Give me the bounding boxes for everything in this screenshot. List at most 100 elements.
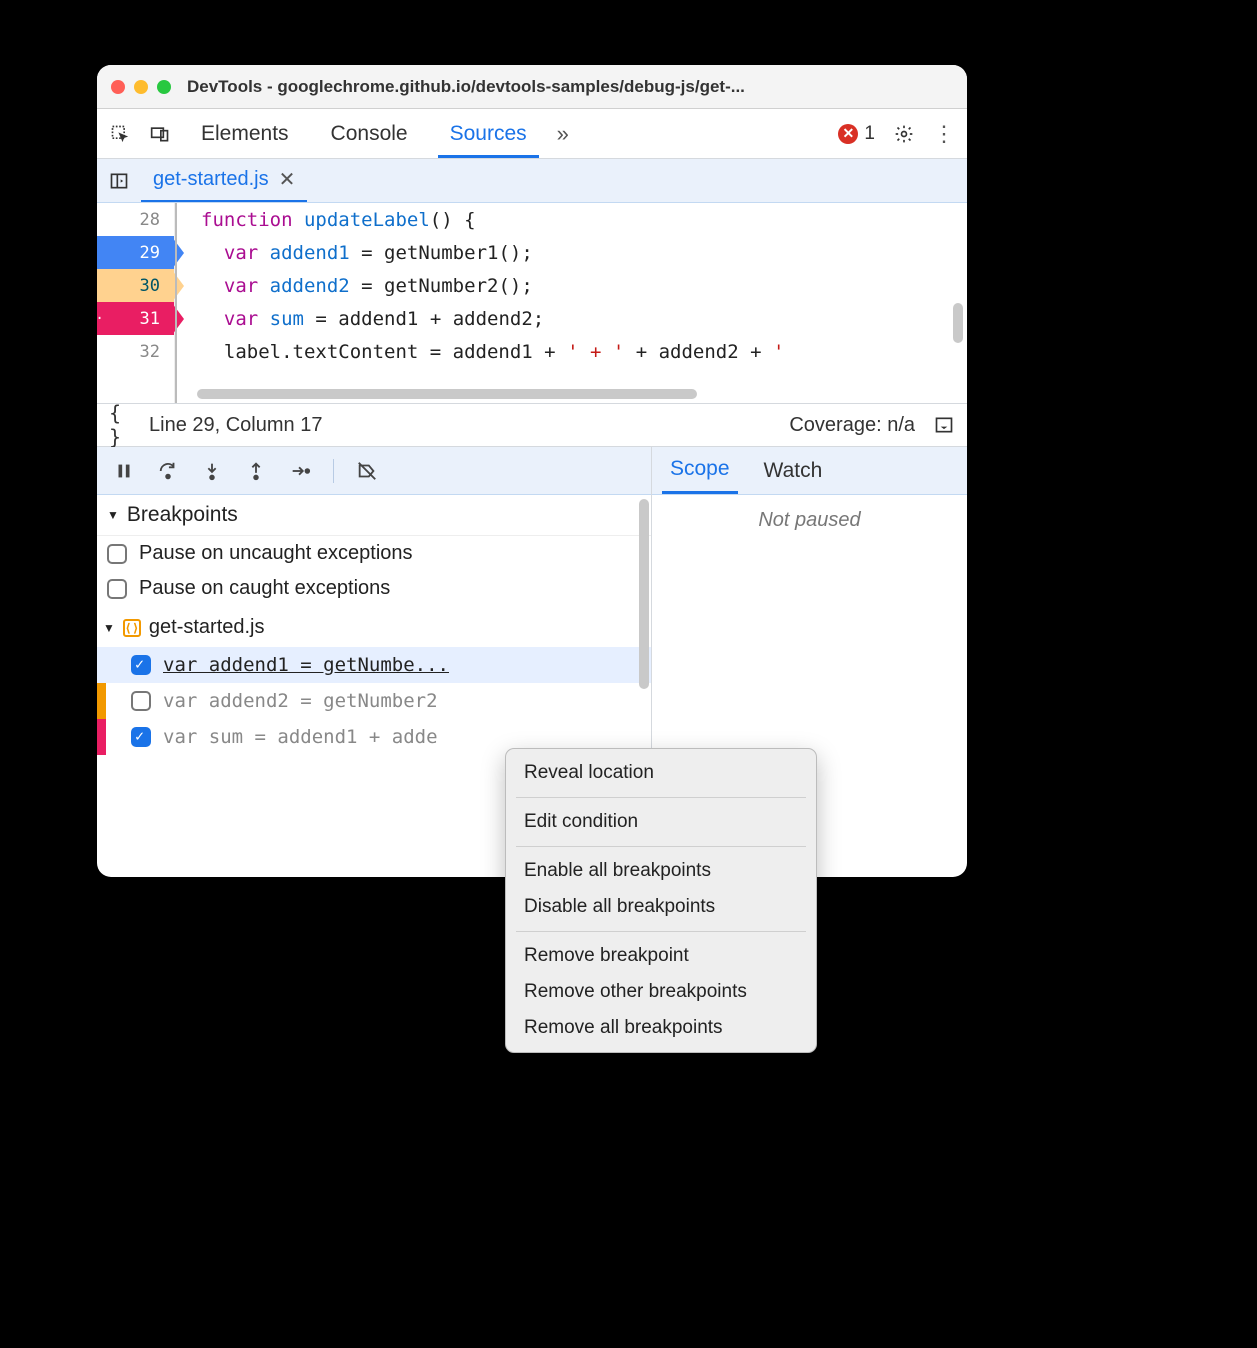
more-tabs-icon[interactable]: »	[557, 121, 569, 147]
tab-scope[interactable]: Scope	[662, 447, 738, 494]
status-bar: { } Line 29, Column 17 Coverage: n/a	[97, 403, 967, 447]
settings-icon[interactable]	[893, 123, 915, 145]
breakpoint-file-group[interactable]: ▼ ⟨⟩ get-started.js	[97, 606, 651, 647]
navigator-toggle-icon[interactable]	[97, 159, 141, 202]
error-indicator[interactable]: ✕ 1	[838, 123, 875, 145]
gutter-line[interactable]: 29	[97, 236, 174, 269]
pause-uncaught-option[interactable]: Pause on uncaught exceptions	[97, 536, 651, 571]
gutter-line[interactable]: 28	[97, 203, 174, 236]
drawer-toggle-icon[interactable]	[933, 414, 955, 436]
token-pl: + addend2 +	[624, 341, 773, 363]
coverage-label: Coverage: n/a	[789, 414, 915, 437]
code-line[interactable]: label.textContent = addend1 + ' + ' + ad…	[201, 335, 967, 368]
minimize-icon[interactable]	[134, 80, 148, 94]
file-tab-active[interactable]: get-started.js ✕	[141, 159, 307, 202]
window-title: DevTools - googlechrome.github.io/devtoo…	[187, 77, 953, 97]
menu-enable-all[interactable]: Enable all breakpoints	[506, 853, 816, 889]
tab-sources[interactable]: Sources	[438, 110, 539, 158]
code-line[interactable]: var addend1 = getNumber1();	[201, 236, 967, 269]
token-pl: () {	[430, 209, 476, 231]
code-line[interactable]: function updateLabel() {	[201, 203, 967, 236]
breakpoints-label: Breakpoints	[127, 503, 238, 527]
vertical-scrollbar[interactable]	[953, 303, 963, 343]
token-pl: = getNumber1();	[350, 242, 533, 264]
step-into-icon[interactable]	[201, 460, 223, 482]
separator	[516, 846, 806, 847]
breakpoint-color-marker	[97, 719, 106, 755]
inspect-element-icon[interactable]	[109, 123, 131, 145]
step-out-icon[interactable]	[245, 460, 267, 482]
gutter-line[interactable]: ?30	[97, 269, 174, 302]
main-toolbar: Elements Console Sources » ✕ 1 ⋮	[97, 109, 967, 159]
line-number: 31	[140, 309, 160, 329]
token-vn: sum	[270, 308, 304, 330]
token-pl: label.textContent = addend1 +	[224, 341, 567, 363]
close-tab-icon[interactable]: ✕	[279, 167, 296, 192]
deactivate-breakpoints-icon[interactable]	[356, 460, 378, 482]
token-str: ' + '	[567, 341, 624, 363]
menu-disable-all[interactable]: Disable all breakpoints	[506, 889, 816, 925]
step-over-icon[interactable]	[157, 460, 179, 482]
gutter: 28 29?30 ·· 31 32	[97, 203, 175, 403]
horizontal-scrollbar[interactable]	[197, 389, 697, 399]
tab-elements[interactable]: Elements	[189, 110, 301, 158]
menu-remove-other[interactable]: Remove other breakpoints	[506, 974, 816, 1010]
line-number: 32	[140, 342, 160, 362]
token-kw: function	[201, 209, 304, 231]
js-file-icon: ⟨⟩	[123, 619, 141, 637]
separator	[333, 459, 334, 483]
breakpoint-text: var addend1 = getNumbe...	[163, 654, 449, 676]
close-icon[interactable]	[111, 80, 125, 94]
checkbox-unchecked[interactable]	[107, 579, 127, 599]
token-fn: updateLabel	[304, 209, 430, 231]
tab-watch[interactable]: Watch	[756, 447, 831, 494]
code-line[interactable]: var sum = addend1 + addend2;	[201, 302, 967, 335]
step-icon[interactable]	[289, 460, 311, 482]
caught-label: Pause on caught exceptions	[139, 577, 390, 600]
error-icon: ✕	[838, 124, 858, 144]
token-vn: addend1	[270, 242, 350, 264]
code-lines[interactable]: function updateLabel() { var addend1 = g…	[175, 203, 967, 403]
token-decl: var	[224, 308, 270, 330]
menu-remove-breakpoint[interactable]: Remove breakpoint	[506, 938, 816, 974]
checkbox-checked[interactable]	[131, 655, 151, 675]
breakpoint-text: var addend2 = getNumber2	[163, 690, 438, 712]
breakpoint-color-marker	[97, 683, 106, 719]
menu-reveal-location[interactable]: Reveal location	[506, 755, 816, 791]
line-number: 30	[140, 276, 160, 296]
file-tab-label: get-started.js	[153, 168, 269, 191]
titlebar: DevTools - googlechrome.github.io/devtoo…	[97, 65, 967, 109]
checkbox-checked[interactable]	[131, 727, 151, 747]
checkbox-unchecked[interactable]	[107, 544, 127, 564]
debugger-toolbar	[97, 447, 651, 495]
code-editor[interactable]: 28 29?30 ·· 31 32 function updateLabel() { v…	[97, 203, 967, 403]
breakpoints-header[interactable]: ▼ Breakpoints	[97, 495, 651, 536]
menu-edit-condition[interactable]: Edit condition	[506, 804, 816, 840]
separator	[516, 931, 806, 932]
checkbox-unchecked[interactable]	[131, 691, 151, 711]
traffic-lights	[111, 80, 171, 94]
file-tabs: get-started.js ✕	[97, 159, 967, 203]
breakpoint-badge: ··	[97, 311, 104, 327]
menu-remove-all[interactable]: Remove all breakpoints	[506, 1010, 816, 1046]
pause-icon[interactable]	[113, 460, 135, 482]
token-pl: = addend1 + addend2;	[304, 308, 544, 330]
vertical-scrollbar[interactable]	[639, 499, 649, 689]
tab-console[interactable]: Console	[319, 110, 420, 158]
pretty-print-icon[interactable]: { }	[109, 414, 131, 436]
kebab-menu-icon[interactable]: ⋮	[933, 123, 955, 145]
device-toolbar-icon[interactable]	[149, 123, 171, 145]
breakpoint-entry[interactable]: var addend1 = getNumbe...	[97, 647, 651, 683]
maximize-icon[interactable]	[157, 80, 171, 94]
breakpoint-entry[interactable]: var addend2 = getNumber2	[97, 683, 651, 719]
token-decl: var	[224, 242, 270, 264]
gutter-line[interactable]: 32	[97, 335, 174, 368]
chevron-down-icon: ▼	[107, 508, 119, 522]
pause-caught-option[interactable]: Pause on caught exceptions	[97, 571, 651, 606]
token-str: '	[773, 341, 784, 363]
separator	[516, 797, 806, 798]
right-tabs: Scope Watch	[652, 447, 967, 495]
gutter-line[interactable]: ·· 31	[97, 302, 174, 335]
line-number: 28	[140, 210, 160, 230]
code-line[interactable]: var addend2 = getNumber2();	[201, 269, 967, 302]
